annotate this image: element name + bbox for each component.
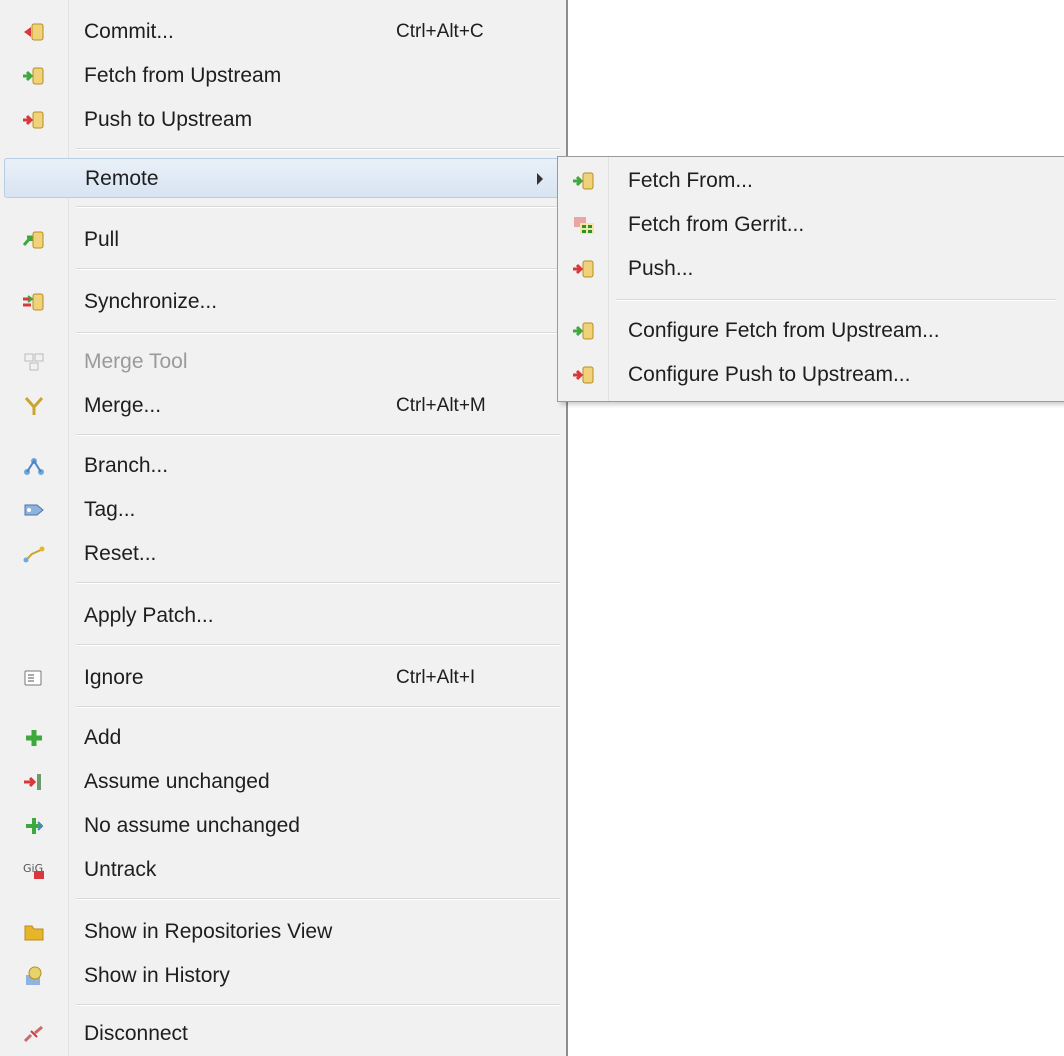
assume-unchanged-icon xyxy=(22,771,46,793)
menu-item-disconnect[interactable]: Disconnect xyxy=(4,1014,562,1054)
submenu-item-configure-push[interactable]: Configure Push to Upstream... xyxy=(560,355,1060,395)
submenu-item-fetch-from[interactable]: Fetch From... xyxy=(560,161,1060,201)
git-context-menu: Commit... Ctrl+Alt+C Fetch from Upstream… xyxy=(0,0,568,1056)
menu-item-label: Add xyxy=(84,726,122,749)
menu-item-label: Branch... xyxy=(84,454,169,477)
push-icon xyxy=(572,258,596,280)
menu-item-label: Assume unchanged xyxy=(84,770,270,793)
menu-item-label: Tag... xyxy=(84,498,136,521)
menu-item-label: Commit... xyxy=(84,20,174,43)
submenu-item-fetch-from-gerrit[interactable]: Fetch from Gerrit... xyxy=(560,205,1060,245)
reset-icon xyxy=(22,543,46,565)
remote-submenu: Fetch From... Fetch from Gerrit... Push.… xyxy=(557,156,1064,402)
gerrit-icon xyxy=(572,214,596,236)
menu-item-tag[interactable]: Tag... xyxy=(4,490,562,530)
tag-icon xyxy=(22,499,46,521)
menu-item-commit[interactable]: Commit... Ctrl+Alt+C xyxy=(4,12,562,52)
menu-item-label: Pull xyxy=(84,228,120,251)
menu-item-reset[interactable]: Reset... xyxy=(4,534,562,574)
menu-separator xyxy=(76,148,560,150)
menu-item-label: No assume unchanged xyxy=(84,814,300,837)
history-icon xyxy=(22,965,46,987)
menu-item-label: Reset... xyxy=(84,542,157,565)
add-icon xyxy=(22,727,46,749)
menu-item-untrack[interactable]: GiG Untrack xyxy=(4,850,562,890)
menu-item-label: Fetch from Upstream xyxy=(84,64,282,87)
menu-item-assume-unchanged[interactable]: Assume unchanged xyxy=(4,762,562,802)
fetch-icon xyxy=(22,65,46,87)
menu-item-show-in-history[interactable]: Show in History xyxy=(4,956,562,996)
menu-item-no-assume-unchanged[interactable]: No assume unchanged xyxy=(4,806,562,846)
menu-item-merge[interactable]: Merge... Ctrl+Alt+M xyxy=(4,386,562,426)
shortcut-label: Ctrl+Alt+M xyxy=(396,395,486,416)
menu-separator xyxy=(76,332,560,334)
menu-separator xyxy=(76,582,560,584)
menu-separator xyxy=(76,706,560,708)
menu-item-label: Synchronize... xyxy=(84,290,218,313)
menu-item-ignore[interactable]: Ignore Ctrl+Alt+I xyxy=(4,658,562,698)
menu-item-show-in-repositories-view[interactable]: Show in Repositories View xyxy=(4,912,562,952)
fetch-icon xyxy=(572,320,596,342)
synchronize-icon xyxy=(22,291,46,313)
menu-separator xyxy=(76,268,560,270)
menu-item-branch[interactable]: Branch... xyxy=(4,446,562,486)
disconnect-icon xyxy=(22,1023,46,1045)
submenu-separator xyxy=(616,299,1056,301)
push-icon xyxy=(572,364,596,386)
shortcut-label: Ctrl+Alt+I xyxy=(396,667,476,688)
branch-icon xyxy=(22,455,46,477)
menu-separator xyxy=(76,434,560,436)
submenu-item-label: Push... xyxy=(628,257,694,280)
menu-item-label: Apply Patch... xyxy=(84,604,214,627)
submenu-item-configure-fetch[interactable]: Configure Fetch from Upstream... xyxy=(560,311,1060,351)
menu-item-label: Merge... xyxy=(84,394,162,417)
menu-item-label: Untrack xyxy=(84,858,157,881)
submenu-item-label: Fetch from Gerrit... xyxy=(628,213,805,236)
menu-item-apply-patch[interactable]: Apply Patch... xyxy=(4,596,562,636)
push-icon xyxy=(22,109,46,131)
submenu-item-label: Configure Push to Upstream... xyxy=(628,363,911,386)
merge-tool-icon xyxy=(22,351,46,373)
menu-item-pull[interactable]: Pull xyxy=(4,220,562,260)
menu-item-remote[interactable]: Remote xyxy=(4,158,562,198)
menu-item-label: Show in History xyxy=(84,964,230,987)
submenu-item-label: Fetch From... xyxy=(628,169,753,192)
menu-item-label: Show in Repositories View xyxy=(84,920,333,943)
submenu-item-push[interactable]: Push... xyxy=(560,249,1060,289)
menu-item-label: Ignore xyxy=(84,666,144,689)
menu-item-push-to-upstream[interactable]: Push to Upstream xyxy=(4,100,562,140)
pull-icon xyxy=(22,229,46,251)
menu-item-merge-tool[interactable]: Merge Tool xyxy=(4,342,562,382)
ignore-icon xyxy=(22,667,46,689)
menu-separator xyxy=(76,206,560,208)
menu-item-label: Remote xyxy=(85,167,159,190)
submenu-item-label: Configure Fetch from Upstream... xyxy=(628,319,940,342)
menu-item-add[interactable]: Add xyxy=(4,718,562,758)
menu-item-label: Disconnect xyxy=(84,1022,188,1045)
submenu-arrow-icon xyxy=(537,173,543,185)
shortcut-label: Ctrl+Alt+C xyxy=(396,21,484,42)
menu-item-synchronize[interactable]: Synchronize... xyxy=(4,282,562,322)
menu-item-fetch-from-upstream[interactable]: Fetch from Upstream xyxy=(4,56,562,96)
commit-icon xyxy=(22,21,46,43)
untrack-icon: GiG xyxy=(22,859,46,881)
menu-separator xyxy=(76,1004,560,1006)
menu-separator xyxy=(76,644,560,646)
menu-separator xyxy=(76,898,560,900)
menu-item-label: Merge Tool xyxy=(84,350,188,373)
merge-icon xyxy=(22,395,46,417)
repositories-icon xyxy=(22,921,46,943)
fetch-icon xyxy=(572,170,596,192)
no-assume-unchanged-icon xyxy=(22,815,46,837)
menu-item-label: Push to Upstream xyxy=(84,108,253,131)
